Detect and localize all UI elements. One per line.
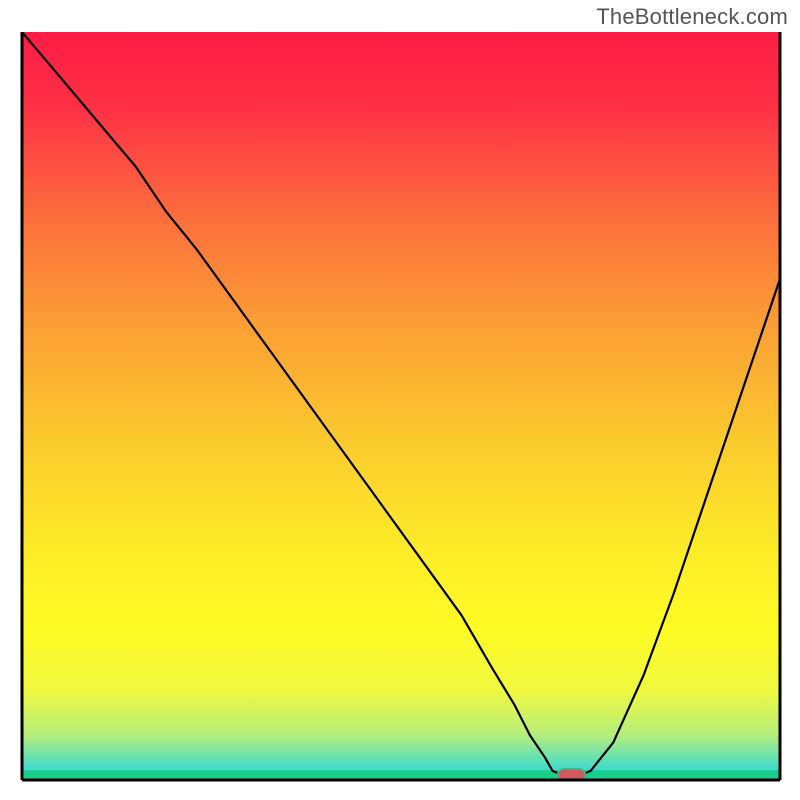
watermark-text: TheBottleneck.com xyxy=(596,4,788,30)
gradient-background xyxy=(22,32,780,780)
bottleneck-chart xyxy=(0,0,800,800)
chart-container: TheBottleneck.com xyxy=(0,0,800,800)
